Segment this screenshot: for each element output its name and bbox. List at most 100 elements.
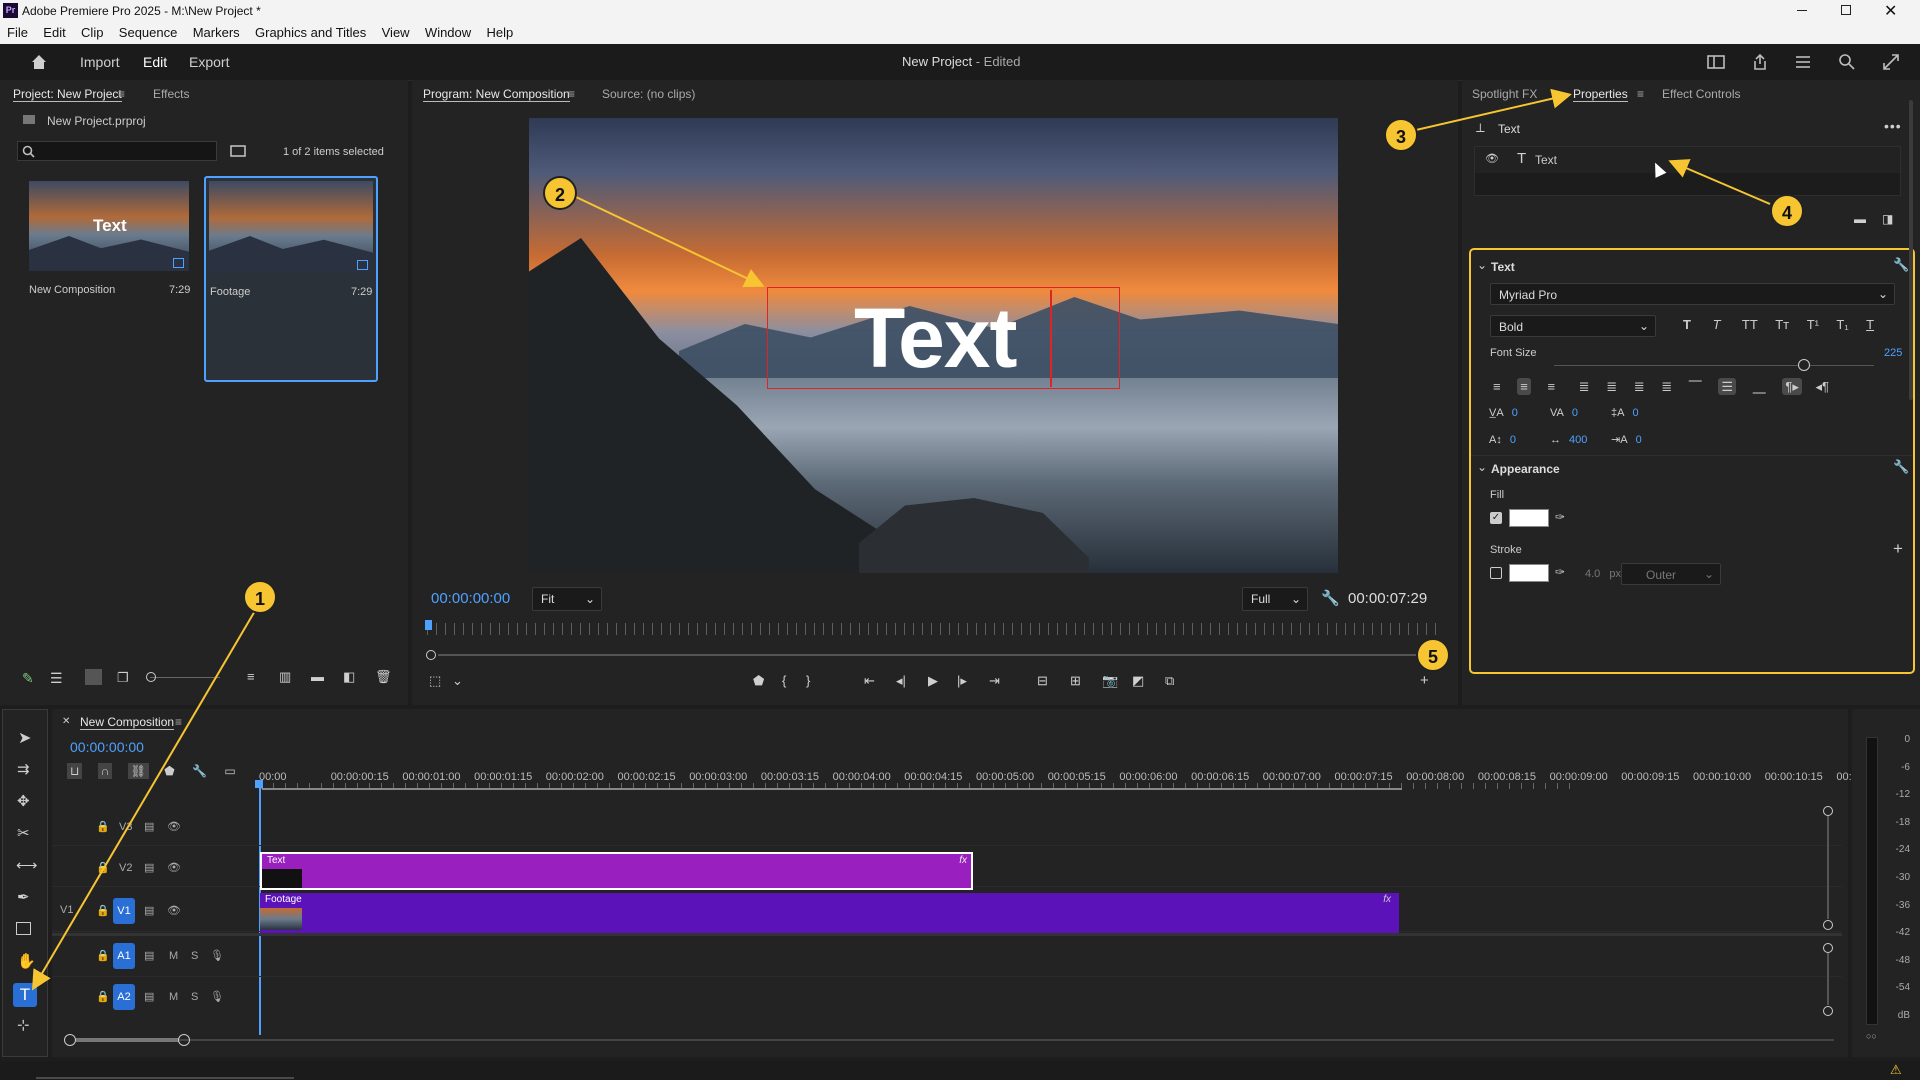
font-size-value[interactable]: 225	[1884, 347, 1902, 359]
mark-in-icon[interactable]: {	[782, 673, 786, 688]
wrench-icon[interactable]: 🔧	[1893, 257, 1909, 273]
captions-icon[interactable]: ▭	[224, 764, 235, 778]
underline-icon[interactable]: T	[1866, 317, 1874, 332]
track-label-a1[interactable]: A1	[113, 943, 135, 969]
baseline-value[interactable]: 0	[1510, 434, 1516, 446]
superscript-icon[interactable]: T¹	[1807, 317, 1819, 332]
new-bin-icon[interactable]: ▬	[311, 669, 324, 684]
tracking-value[interactable]: 0	[1572, 407, 1578, 419]
chevron-down-icon[interactable]: ⌄	[1477, 258, 1487, 272]
fullscreen-icon[interactable]	[1882, 53, 1900, 71]
tab-properties[interactable]: Properties	[1573, 87, 1628, 102]
add-marker-icon[interactable]: ⬟	[164, 764, 174, 778]
program-video-frame[interactable]: Text	[529, 118, 1338, 573]
overlay-text[interactable]: Text	[854, 290, 1017, 387]
pencil-icon[interactable]: ✎	[22, 670, 34, 687]
close-tab-icon[interactable]: ✕	[62, 716, 70, 727]
faux-bold-icon[interactable]: T	[1683, 317, 1691, 332]
quick-settings-icon[interactable]	[1794, 54, 1812, 70]
playhead-handle[interactable]	[255, 780, 263, 788]
stroke-color-swatch[interactable]	[1509, 564, 1549, 582]
extract-icon[interactable]: ⊞	[1070, 673, 1081, 689]
eye-icon[interactable]: 👁	[167, 904, 181, 917]
folder-icon[interactable]: ▬	[1854, 212, 1866, 226]
search-input[interactable]	[17, 141, 217, 161]
tsume-field[interactable]: ↔ 400	[1550, 432, 1587, 446]
stroke-width-value[interactable]: 4.0	[1585, 568, 1600, 580]
lock-icon[interactable]: 🔒	[96, 949, 110, 962]
freeform-view-icon[interactable]: ❐	[117, 670, 129, 686]
hand-tool-icon[interactable]: ✋	[17, 952, 36, 970]
font-style-dropdown[interactable]: Bold ⌄	[1490, 315, 1656, 337]
nav-edit[interactable]: Edit	[143, 54, 167, 70]
slider-thumb[interactable]	[1797, 359, 1810, 371]
nav-import[interactable]: Import	[80, 54, 120, 70]
new-search-bin-icon[interactable]	[230, 144, 246, 157]
small-caps-icon[interactable]: Tт	[1775, 317, 1789, 332]
maximize-icon[interactable]	[1841, 5, 1851, 15]
solo-meter-icon[interactable]: ○○	[1866, 1031, 1877, 1041]
quality-dropdown[interactable]: Full ⌄	[1242, 587, 1308, 611]
project-item-new-composition[interactable]: Text New Composition 7:29	[26, 178, 192, 380]
program-timecode-current[interactable]: 00:00:00:00	[431, 590, 510, 607]
justify-center-icon[interactable]: ≣	[1606, 379, 1617, 394]
fill-color-swatch[interactable]	[1509, 509, 1549, 527]
lift-icon[interactable]: ⊟	[1037, 673, 1048, 689]
selection-tool-icon[interactable]: ➤	[18, 728, 31, 748]
sync-lock-icon[interactable]: ▤	[144, 820, 154, 833]
justify-right-icon[interactable]: ≣	[1634, 379, 1645, 394]
tab-width-field[interactable]: ⇥A 0	[1611, 432, 1642, 446]
chevron-down-icon[interactable]: ⌄	[1477, 460, 1487, 474]
tab-source[interactable]: Source: (no clips)	[602, 87, 695, 101]
panel-menu-icon[interactable]: ≡	[1637, 87, 1644, 101]
sync-lock-icon[interactable]: ▤	[144, 990, 154, 1003]
leading-value[interactable]: 0	[1632, 407, 1638, 419]
panel-menu-icon[interactable]: ≡	[118, 87, 125, 101]
track-label-a2[interactable]: A2	[113, 984, 135, 1010]
tab-width-value[interactable]: 0	[1636, 434, 1642, 446]
workspace-panel-icon[interactable]	[1707, 54, 1725, 70]
linked-selection-icon[interactable]: ⛓	[127, 763, 149, 779]
go-to-out-icon[interactable]: ⇥	[989, 673, 1000, 689]
new-item-icon[interactable]: ◧	[343, 669, 355, 685]
warning-icon[interactable]: ⚠	[1890, 1062, 1902, 1078]
clip-text[interactable]: Text fx	[260, 852, 973, 890]
type-tool-icon[interactable]: T	[13, 983, 37, 1007]
trash-icon[interactable]: 🗑	[375, 669, 392, 685]
panel-scrollbar[interactable]	[1909, 100, 1913, 400]
leading-field[interactable]: ‡A 0	[1611, 405, 1639, 419]
lock-icon[interactable]: 🔒	[96, 990, 110, 1003]
timeline-zoom-scrollbar[interactable]	[64, 1034, 1834, 1046]
microphone-icon[interactable]: 🎙	[210, 990, 224, 1003]
font-dropdown[interactable]: Myriad Pro ⌄	[1490, 283, 1895, 305]
tab-spotlight-fx[interactable]: Spotlight FX	[1472, 87, 1537, 101]
sync-lock-icon[interactable]: ▤	[144, 904, 154, 917]
go-to-in-icon[interactable]: ⇤	[864, 673, 875, 689]
timeline-settings-icon[interactable]: 🔧	[192, 764, 207, 778]
wrench-icon[interactable]: 🔧	[1893, 459, 1909, 475]
rectangle-tool-icon[interactable]	[16, 922, 31, 935]
eye-icon[interactable]: 👁	[167, 820, 181, 833]
sort-icon[interactable]: ≡	[247, 669, 255, 684]
clip-footage[interactable]: Footage fx	[260, 893, 1399, 933]
audio-tracks-scrollbar[interactable]	[1823, 943, 1833, 1017]
fill-checkbox[interactable]: ✓	[1490, 512, 1502, 524]
stroke-checkbox[interactable]	[1490, 567, 1502, 579]
share-icon[interactable]	[1751, 53, 1769, 71]
font-size-slider[interactable]	[1554, 359, 1874, 371]
playhead-marker[interactable]	[425, 620, 432, 630]
tab-project[interactable]: Project: New Project	[13, 87, 122, 102]
step-back-icon[interactable]: ◂|	[896, 673, 906, 689]
tab-effect-controls[interactable]: Effect Controls	[1662, 87, 1740, 101]
eyedropper-icon[interactable]: ✑	[1555, 565, 1565, 579]
rtl-icon[interactable]: ◂¶	[1815, 379, 1829, 394]
ripple-edit-tool-icon[interactable]: ✥	[17, 792, 30, 810]
menu-help[interactable]: Help	[487, 25, 514, 40]
eye-icon[interactable]: 👁	[167, 861, 181, 874]
panel-menu-icon[interactable]: ≡	[568, 87, 575, 101]
video-tracks-scrollbar[interactable]	[1823, 806, 1833, 932]
export-frame-icon[interactable]: 📷	[1102, 673, 1118, 689]
project-item-footage[interactable]: Footage 7:29	[204, 176, 378, 382]
close-icon[interactable]: ✕	[1884, 1, 1897, 21]
all-caps-icon[interactable]: TT	[1742, 317, 1758, 332]
